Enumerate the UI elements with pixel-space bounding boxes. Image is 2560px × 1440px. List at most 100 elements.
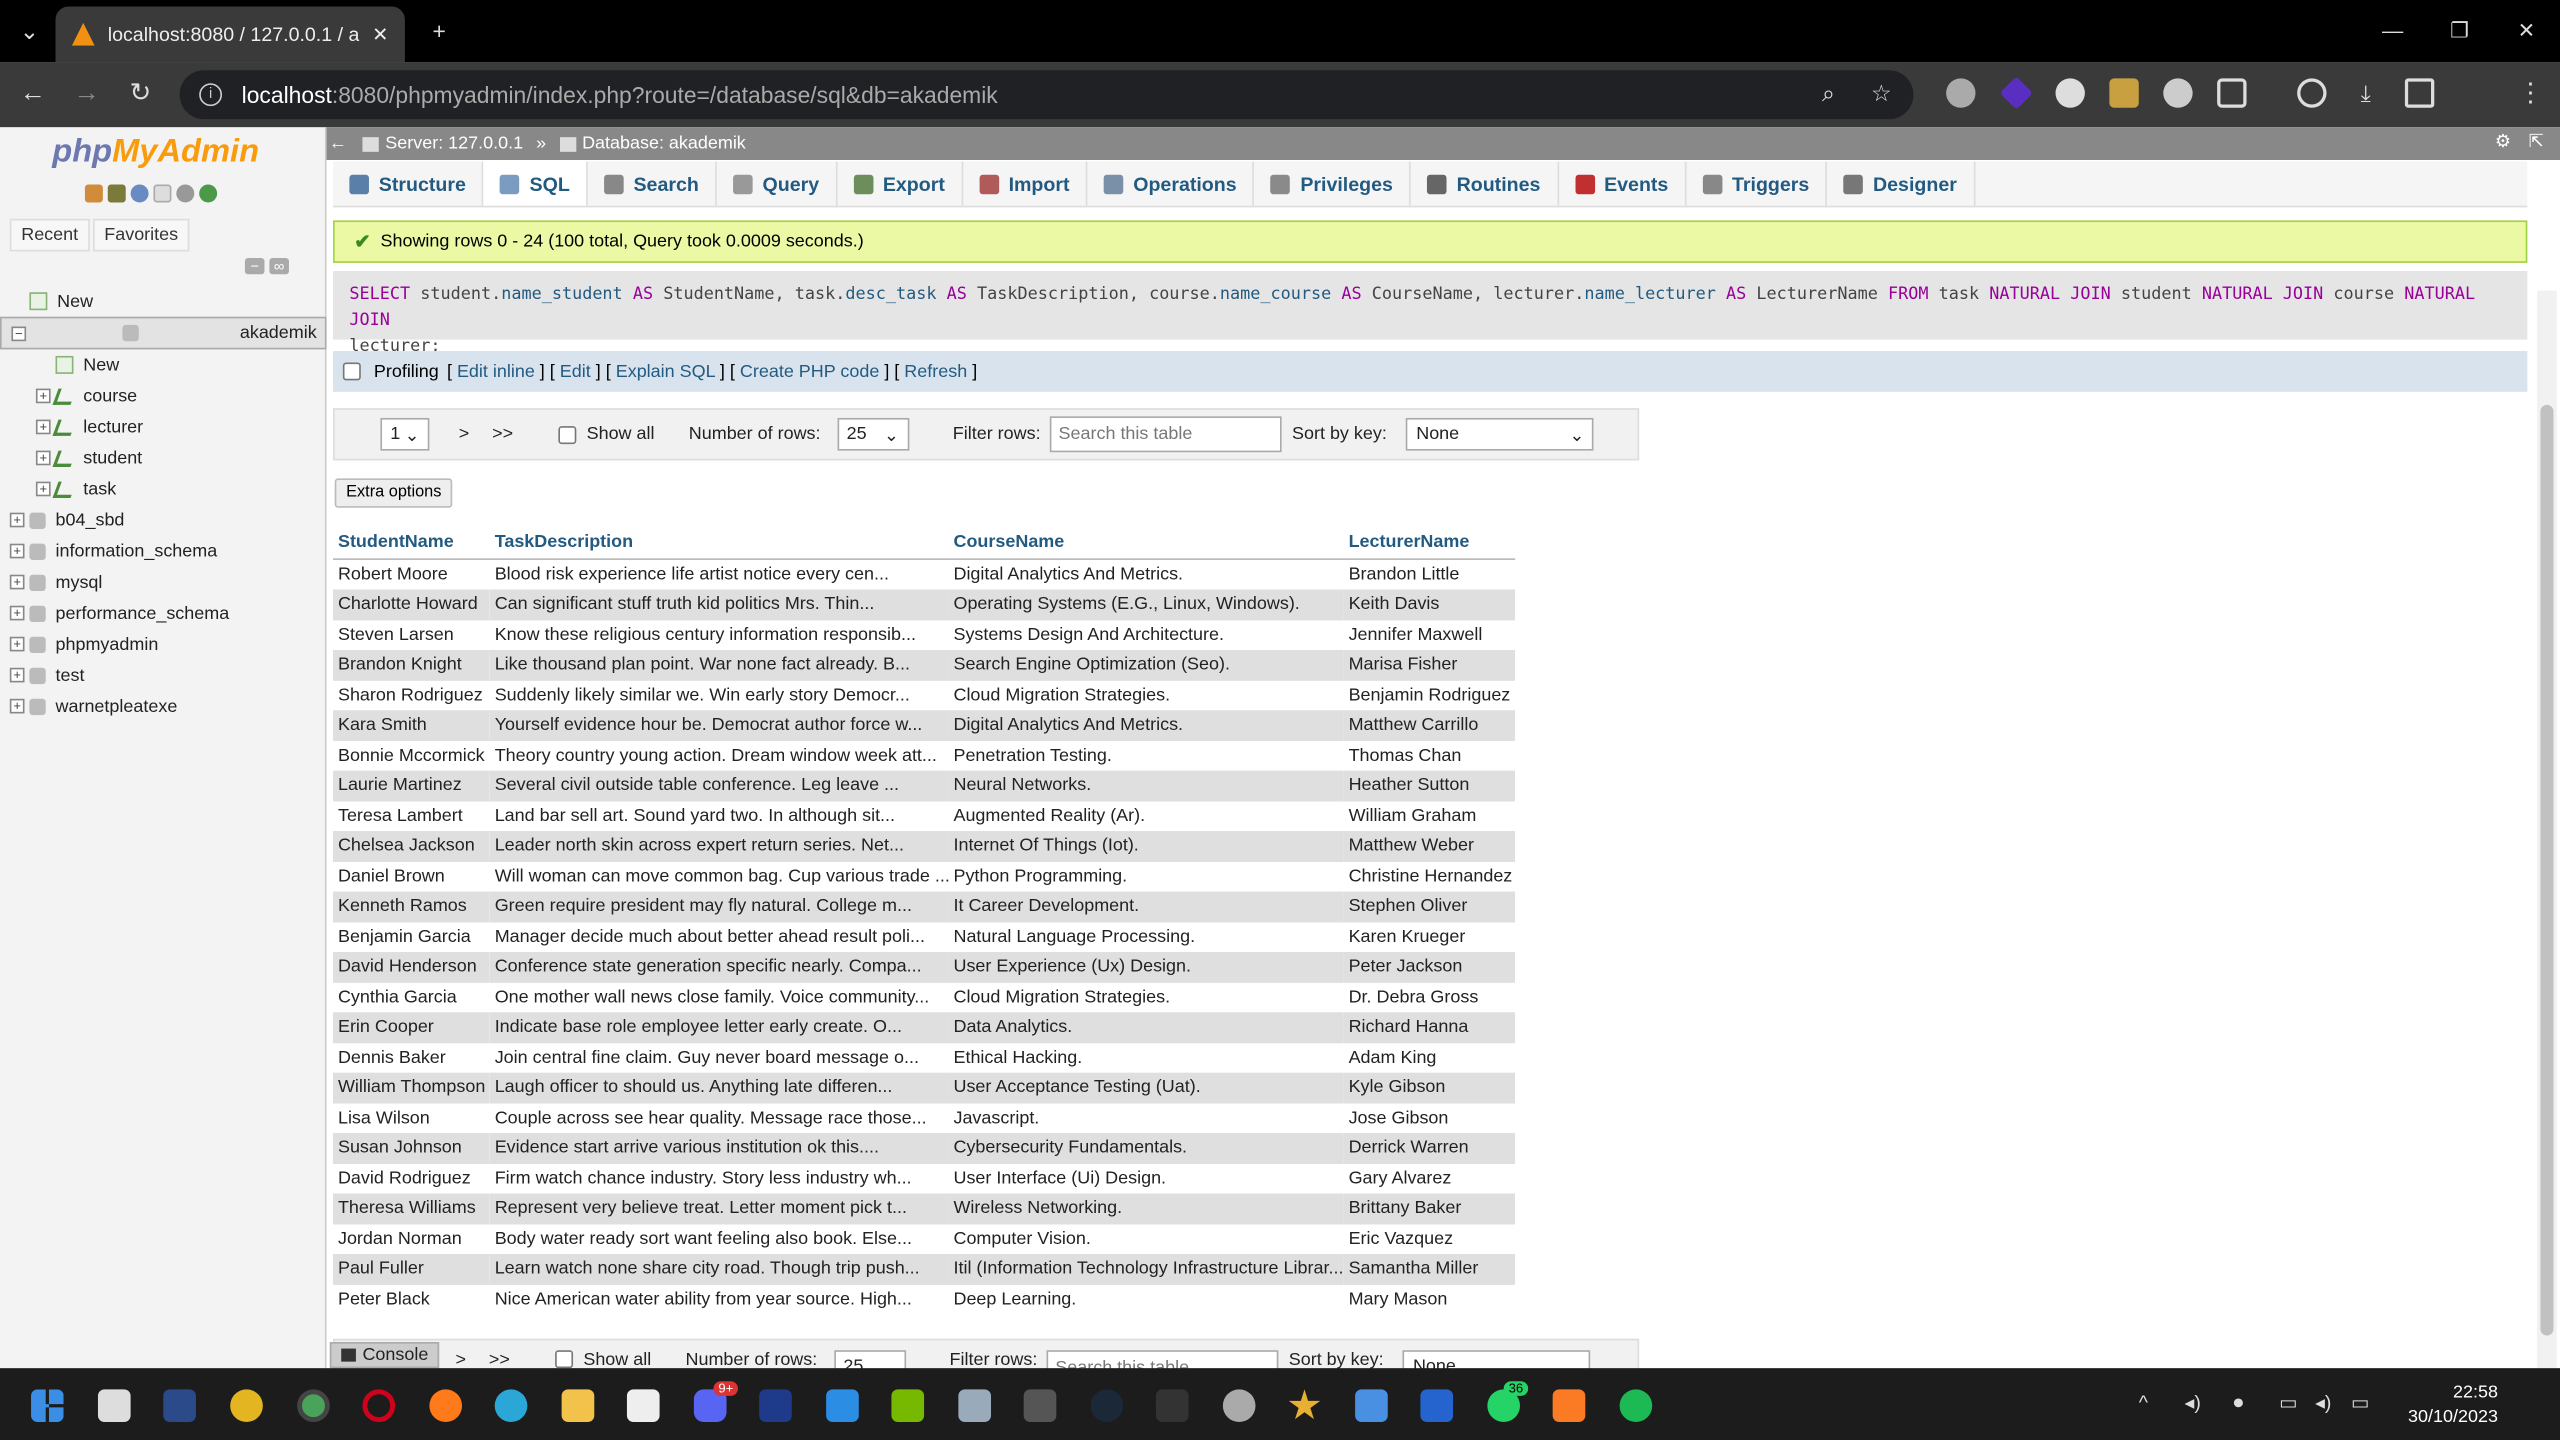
- tab-triggers[interactable]: Triggers: [1686, 161, 1828, 206]
- filter-rows-input[interactable]: Search this table: [1050, 416, 1283, 453]
- tab-designer[interactable]: Designer: [1827, 161, 1975, 206]
- tree-item-warnetpleatexe[interactable]: + warnetpleatexe: [0, 691, 327, 722]
- page-scrollbar[interactable]: [2537, 290, 2557, 1369]
- tab-operations[interactable]: Operations: [1088, 161, 1255, 206]
- tab-import[interactable]: Import: [963, 161, 1088, 206]
- next-page-button[interactable]: >: [459, 424, 470, 444]
- photos-icon[interactable]: [958, 1389, 992, 1423]
- scrollbar-thumb[interactable]: [2540, 404, 2554, 1336]
- rows-select[interactable]: 25 ⌄: [836, 417, 909, 451]
- store-icon[interactable]: [626, 1389, 660, 1423]
- page-collapse-icon[interactable]: ⇱: [2529, 131, 2544, 152]
- spotify-icon[interactable]: [1619, 1389, 1653, 1423]
- tab-query[interactable]: Query: [717, 161, 838, 206]
- column-header-coursename[interactable]: CourseName: [948, 525, 1344, 560]
- expand-icon[interactable]: +: [9, 512, 25, 528]
- table-row[interactable]: Sharon Rodriguez Suddenly likely similar …: [333, 680, 1516, 711]
- table-row[interactable]: William Thompson Laugh officer to should …: [333, 1072, 1516, 1103]
- column-header-taskdescription[interactable]: TaskDescription: [489, 525, 949, 560]
- tray-network-icon[interactable]: ▭: [2279, 1391, 2298, 1414]
- sort-key-select[interactable]: None ⌄: [1406, 417, 1595, 451]
- table-row[interactable]: Benjamin Garcia Manager decide much about…: [333, 921, 1516, 952]
- browser-tab[interactable]: localhost:8080 / 127.0.0.1 / aka ✕: [55, 6, 405, 63]
- home-icon[interactable]: [84, 184, 103, 203]
- table-row[interactable]: Kara Smith Yourself evidence hour be. Dem…: [333, 710, 1516, 741]
- chrome-icon[interactable]: [230, 1389, 263, 1423]
- collapse-icon[interactable]: −: [11, 325, 27, 341]
- sql-query-box[interactable]: SELECT student.name_student AS StudentNa…: [333, 271, 2528, 356]
- table-row[interactable]: Paul Fuller Learn watch none share city r…: [333, 1253, 1516, 1285]
- tree-item-task[interactable]: + task: [0, 473, 327, 504]
- recent-tab[interactable]: Recent: [9, 218, 90, 252]
- breadcrumb-server[interactable]: Server: 127.0.0.1: [362, 134, 523, 153]
- tree-item-test[interactable]: + test: [0, 660, 327, 691]
- extension-circle-icon[interactable]: [2055, 78, 2085, 108]
- tree-item-course[interactable]: + course: [0, 380, 327, 411]
- site-info-icon[interactable]: i: [199, 83, 223, 107]
- expand-icon[interactable]: +: [35, 481, 51, 497]
- tree-item-performance-schema[interactable]: + performance_schema: [0, 598, 327, 629]
- expand-icon[interactable]: +: [9, 605, 25, 621]
- tray-battery-icon[interactable]: ▭: [2351, 1391, 2370, 1414]
- column-header-lecturername[interactable]: LecturerName: [1343, 525, 1516, 560]
- settings-gear-icon[interactable]: [176, 184, 195, 203]
- show-all-checkbox[interactable]: [558, 425, 577, 444]
- download-icon[interactable]: ⤓: [2351, 78, 2380, 107]
- tab-export[interactable]: Export: [837, 161, 963, 206]
- tray-volume-icon[interactable]: ◂): [2315, 1391, 2331, 1414]
- table-row[interactable]: Steven Larsen Know these religious centur…: [333, 619, 1516, 650]
- tab-privileges[interactable]: Privileges: [1255, 161, 1411, 206]
- epic-games-icon[interactable]: [1155, 1389, 1189, 1423]
- chrome-profile-icon[interactable]: [297, 1389, 330, 1423]
- expand-icon[interactable]: +: [9, 698, 25, 714]
- reload-icon[interactable]: ↻: [114, 62, 166, 127]
- expand-icon[interactable]: +: [9, 667, 25, 683]
- link-edit-inline[interactable]: Edit inline: [457, 362, 535, 382]
- expand-icon[interactable]: +: [9, 543, 25, 559]
- table-row[interactable]: Brandon Knight Like thousand plan point. …: [333, 649, 1516, 680]
- expand-icon[interactable]: +: [35, 388, 51, 404]
- notes-icon[interactable]: [1355, 1389, 1388, 1423]
- extension-gauge-icon[interactable]: [2163, 78, 2193, 108]
- forward-icon[interactable]: →: [60, 62, 112, 127]
- extension-purple-icon[interactable]: [1999, 76, 2033, 110]
- url-bar[interactable]: i localhost:8080/phpmyadmin/index.php?ro…: [179, 70, 1914, 120]
- pma-logo[interactable]: phpMyAdmin: [52, 134, 259, 172]
- close-window-icon[interactable]: ✕: [2493, 0, 2560, 62]
- back-icon[interactable]: ←: [7, 62, 59, 127]
- show-all-checkbox-bottom[interactable]: [555, 1350, 574, 1369]
- clock[interactable]: 22:58 30/10/2023: [2408, 1381, 2498, 1430]
- side-panel-icon[interactable]: [2404, 78, 2435, 108]
- tree-item-mysql[interactable]: + mysql: [0, 567, 327, 598]
- tree-item-new[interactable]: New: [0, 286, 327, 317]
- tab-structure[interactable]: Structure: [333, 161, 484, 206]
- tree-item-lecturer[interactable]: + lecturer: [0, 411, 327, 442]
- collapse-nav-icon[interactable]: ←: [327, 134, 350, 154]
- link-create-php-code[interactable]: Create PHP code: [740, 362, 879, 382]
- table-row[interactable]: David Rodriguez Firm watch chance industr…: [333, 1163, 1516, 1194]
- close-tab-icon[interactable]: ✕: [372, 23, 388, 46]
- new-tab-icon[interactable]: +: [402, 0, 477, 62]
- table-row[interactable]: Cynthia Garcia One mother wall news close…: [333, 982, 1516, 1013]
- steam-icon[interactable]: [1090, 1389, 1124, 1423]
- xampp-icon[interactable]: [1552, 1389, 1586, 1423]
- breadcrumb-database[interactable]: Database: akademik: [559, 134, 746, 153]
- table-row[interactable]: Bonnie Mccormick Theory country young act…: [333, 740, 1516, 771]
- next-page-button-bottom[interactable]: >: [456, 1350, 467, 1370]
- table-row[interactable]: Susan Johnson Evidence start arrive vario…: [333, 1133, 1516, 1164]
- link-explain-sql[interactable]: Explain SQL: [616, 362, 715, 382]
- extensions-puzzle-icon[interactable]: [2217, 78, 2247, 108]
- restore-icon[interactable]: ❐: [2426, 0, 2493, 62]
- performance-icon[interactable]: [2297, 78, 2327, 108]
- link-icon[interactable]: ∞: [269, 257, 289, 275]
- table-row[interactable]: Theresa Williams Represent very believe t…: [333, 1193, 1516, 1224]
- table-row[interactable]: Laurie Martinez Several civil outside tab…: [333, 770, 1516, 801]
- tab-search-icon[interactable]: ⌄: [0, 0, 59, 62]
- table-row[interactable]: Erin Cooper Indicate base role employee l…: [333, 1012, 1516, 1043]
- logout-icon[interactable]: [107, 184, 126, 203]
- task-view-icon[interactable]: [97, 1389, 131, 1423]
- opera-icon[interactable]: [362, 1389, 396, 1423]
- last-page-button[interactable]: >>: [492, 424, 513, 444]
- docs-icon[interactable]: [153, 184, 172, 203]
- page-settings-icon[interactable]: ⚙: [2495, 131, 2511, 152]
